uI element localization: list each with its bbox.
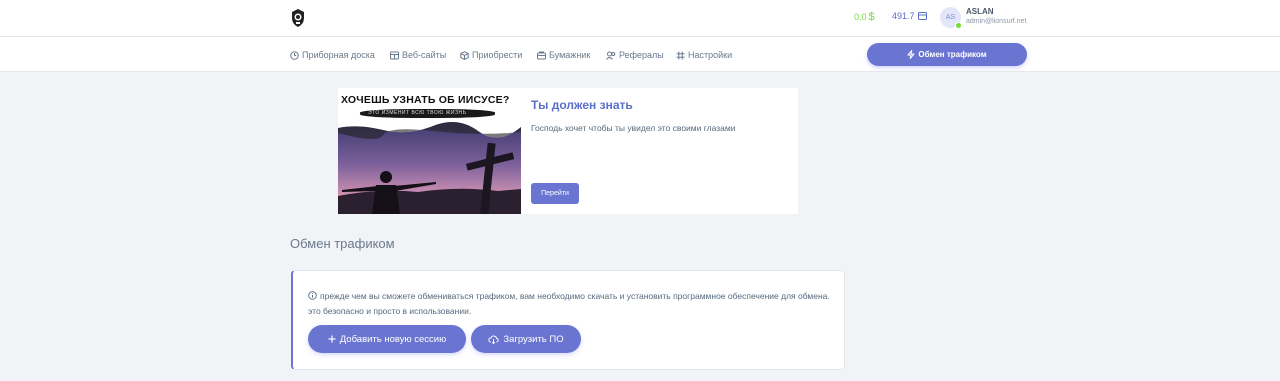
nav-item-purchase[interactable]: Приобрести: [460, 50, 522, 60]
traffic-exchange-card: прежде чем вы сможете обмениваться трафи…: [291, 270, 845, 370]
download-software-button-label: Загрузить ПО: [503, 333, 564, 345]
points-balance-value: 491.7: [892, 11, 915, 21]
nav-item-wallet[interactable]: Бумажник: [537, 50, 590, 60]
promo-text: Господь хочет чтобы ты увидел это своими…: [531, 123, 736, 133]
lion-logo-icon[interactable]: [290, 8, 306, 28]
users-icon: [606, 51, 616, 60]
avatar-initials: AS: [945, 14, 956, 21]
page-title: Обмен трафиком: [290, 236, 395, 251]
cloud-download-icon: [488, 335, 500, 344]
user-name: ASLAN: [966, 7, 994, 16]
top-bar: 0.0 $ 491.7 AS ASLAN admin@lionsurf.net: [0, 0, 1280, 37]
cross-sunset-image: [338, 88, 521, 214]
nav-item-dashboard[interactable]: Приборная доска: [290, 50, 375, 60]
box-icon: [460, 50, 469, 60]
promo-image[interactable]: ХОЧЕШЬ УЗНАТЬ ОБ ИИСУСЕ? ЭТО ИЗМЕНИТ ВСЮ…: [338, 88, 521, 214]
lightning-icon: [907, 50, 915, 59]
online-status-dot: [955, 22, 962, 29]
nav-item-settings[interactable]: Настройки: [676, 50, 732, 60]
info-note: прежде чем вы сможете обмениваться трафи…: [308, 289, 833, 319]
add-session-button-label: Добавить новую сессию: [339, 333, 447, 345]
nav-item-label: Веб-сайты: [402, 50, 447, 60]
user-email: admin@lionsurf.net: [966, 18, 1027, 25]
dashboard-icon: [290, 50, 299, 60]
wallet-icon: [537, 51, 546, 59]
add-session-button[interactable]: Добавить новую сессию: [308, 325, 466, 353]
traffic-exchange-button[interactable]: Обмен трафиком: [867, 43, 1027, 66]
points-balance[interactable]: 491.7: [892, 11, 927, 21]
usd-balance[interactable]: 0.0 $: [854, 11, 875, 23]
traffic-exchange-button-label: Обмен трафиком: [918, 50, 987, 59]
nav-item-websites[interactable]: Веб-сайты: [390, 50, 446, 60]
promo-image-headline: ХОЧЕШЬ УЗНАТЬ ОБ ИИСУСЕ?: [341, 94, 510, 106]
nav-item-label: Бумажник: [549, 50, 591, 60]
nav-item-label: Приобрести: [472, 50, 523, 60]
info-icon: [308, 291, 317, 300]
promo-go-button[interactable]: Перейти: [531, 183, 579, 204]
nav-item-label: Настройки: [688, 50, 733, 60]
dollar-icon: $: [868, 11, 875, 23]
wallet-icon: [917, 12, 927, 20]
promo-title: Ты должен знать: [531, 98, 633, 112]
nav-item-referrals[interactable]: Рефералы: [606, 50, 664, 60]
usd-balance-value: 0.0: [854, 12, 867, 22]
promo-banner: ХОЧЕШЬ УЗНАТЬ ОБ ИИСУСЕ? ЭТО ИЗМЕНИТ ВСЮ…: [338, 88, 798, 214]
nav-item-label: Приборная доска: [302, 50, 375, 60]
avatar[interactable]: AS: [940, 7, 962, 29]
main-nav: Приборная доска Веб-сайты Приобрести Бум…: [0, 37, 1280, 72]
websites-icon: [390, 51, 399, 59]
download-software-button[interactable]: Загрузить ПО: [471, 325, 581, 353]
info-note-text: прежде чем вы сможете обмениваться трафи…: [308, 291, 830, 316]
promo-image-subline: ЭТО ИЗМЕНИТ ВСЮ ТВОЮ ЖИЗНЬ: [368, 110, 467, 116]
nav-item-label: Рефералы: [619, 50, 664, 60]
plus-icon: [328, 335, 336, 343]
settings-icon: [676, 51, 685, 59]
